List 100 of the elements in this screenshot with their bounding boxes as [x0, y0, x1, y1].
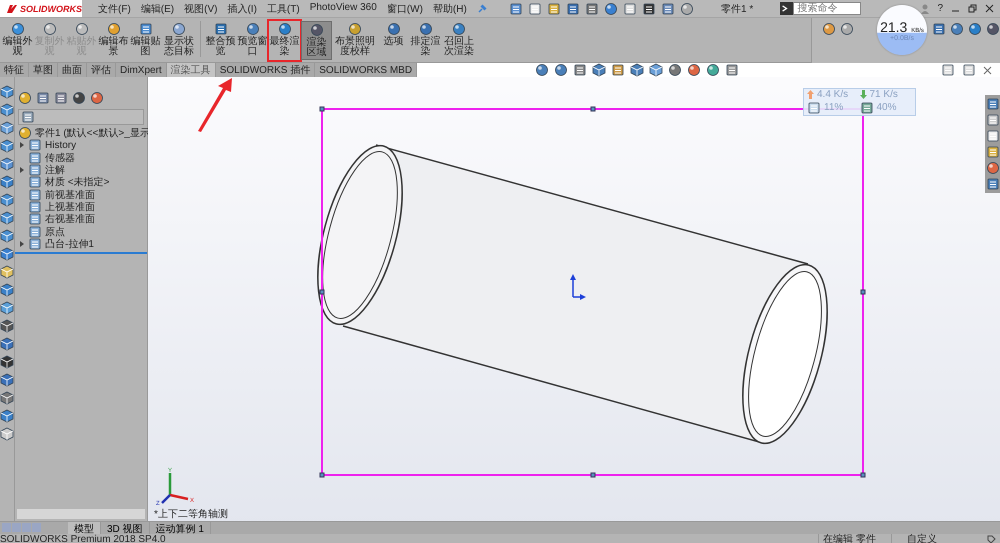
ribbon-button[interactable]: 编辑贴图 — [130, 21, 161, 60]
tree-item[interactable]: 上视基准面 — [15, 200, 147, 214]
feature-icon[interactable] — [28, 163, 42, 178]
list-icon[interactable] — [660, 2, 675, 16]
color-ball-icon[interactable] — [986, 161, 1000, 175]
cube-icon[interactable] — [0, 391, 14, 405]
sphere-icon[interactable] — [950, 22, 964, 36]
expand-icon[interactable] — [19, 142, 25, 148]
color-ball-icon[interactable] — [822, 22, 836, 36]
ribbon-button[interactable]: 布景照明度校样 — [333, 21, 377, 60]
sphere-icon[interactable] — [348, 22, 362, 36]
sphere-icon[interactable] — [840, 22, 854, 36]
logo-text: SOLIDWORKS — [20, 4, 82, 14]
close-icon[interactable] — [985, 4, 994, 13]
sphere-icon[interactable] — [986, 22, 1000, 36]
ribbon-button[interactable]: 显示状态目标 — [162, 21, 196, 60]
sphere-icon[interactable] — [246, 22, 260, 36]
sphere-icon[interactable] — [106, 22, 120, 36]
menu-item[interactable]: 文件(F) — [98, 2, 131, 16]
feature-icon[interactable] — [28, 175, 42, 190]
cube-icon[interactable] — [0, 229, 14, 243]
cube-icon[interactable] — [0, 427, 14, 441]
help-button[interactable]: ? — [937, 3, 943, 14]
cube-icon[interactable] — [0, 139, 14, 153]
menu-item[interactable]: 视图(V) — [184, 2, 218, 16]
ribbon-button[interactable]: 选项 — [378, 21, 409, 60]
tree-item[interactable]: 注解 — [15, 164, 147, 176]
expand-icon[interactable] — [19, 240, 25, 247]
tree-item[interactable]: 材质 <未指定> — [15, 176, 147, 188]
expand-icon[interactable] — [19, 167, 25, 174]
sphere-icon[interactable] — [418, 22, 432, 36]
terminal-icon — [780, 2, 794, 15]
tab[interactable]: 渲染工具 — [166, 63, 216, 77]
cube-icon[interactable] — [0, 103, 14, 117]
upload-speed: 4.4 K/s — [817, 89, 848, 100]
feature-icon[interactable] — [28, 188, 42, 202]
ribbon-button[interactable]: 编辑外观 — [2, 21, 33, 60]
feature-icon[interactable] — [28, 138, 42, 152]
cube-icon[interactable] — [0, 301, 14, 315]
sphere-icon[interactable] — [310, 23, 324, 37]
tree-item[interactable]: 传感器 — [15, 152, 147, 164]
sphere-icon[interactable] — [10, 22, 24, 36]
feature-icon[interactable] — [28, 200, 42, 214]
menu-item[interactable]: 编辑(E) — [140, 2, 174, 16]
sphere-icon[interactable] — [968, 22, 982, 36]
feature-icon[interactable] — [28, 150, 42, 165]
menu-item[interactable]: 窗口(W) — [386, 2, 423, 16]
scrollbar[interactable] — [17, 509, 145, 519]
feature-icon[interactable] — [28, 224, 42, 239]
tree-item[interactable]: 凸台-拉伸1 — [15, 238, 147, 250]
sphere-icon[interactable] — [278, 22, 292, 36]
cube-icon[interactable] — [0, 247, 14, 261]
tree-item[interactable]: 原点 — [15, 225, 147, 238]
cube-icon[interactable] — [0, 175, 14, 189]
restore-icon[interactable] — [968, 4, 977, 13]
feature-icon[interactable] — [28, 212, 42, 226]
cube-icon[interactable] — [0, 355, 14, 369]
ribbon-button[interactable]: 渲染区域 — [301, 21, 332, 60]
cube-icon[interactable] — [0, 85, 14, 99]
cube-icon[interactable] — [649, 63, 664, 77]
tree-item[interactable]: 前视基准面 — [15, 188, 147, 201]
tab[interactable]: 模型 — [68, 522, 101, 534]
color-ball-icon[interactable] — [687, 63, 702, 77]
tree-item[interactable]: 右视基准面 — [15, 213, 147, 226]
cube-icon[interactable] — [0, 319, 14, 333]
cube-icon[interactable] — [0, 157, 14, 171]
feature-icon[interactable] — [28, 236, 42, 251]
memory-usage: 40% — [876, 102, 897, 114]
list-icon[interactable] — [986, 177, 1000, 191]
cube-icon[interactable] — [0, 409, 14, 423]
cube-icon[interactable] — [0, 193, 14, 207]
ribbon-button[interactable]: 整合预览 — [205, 21, 236, 60]
tag-icon[interactable] — [987, 535, 996, 543]
tree-label: 传感器 — [45, 152, 75, 164]
tree-item[interactable]: History — [15, 139, 147, 152]
cube-icon[interactable] — [0, 211, 14, 225]
ribbon-button[interactable]: 召回上次渲染 — [442, 21, 476, 60]
list-icon[interactable] — [36, 91, 50, 105]
menu-item[interactable]: 工具(T) — [266, 2, 300, 16]
ribbon-button[interactable]: 预览窗口 — [237, 21, 268, 60]
cube-icon[interactable] — [0, 121, 14, 135]
filter-field[interactable] — [18, 109, 144, 125]
ribbon-button[interactable]: 编辑布景 — [98, 21, 129, 60]
menu-item[interactable]: 插入(I) — [227, 2, 257, 16]
menu-item[interactable]: PhotoView 360 — [310, 2, 377, 16]
close-icon[interactable] — [983, 66, 992, 74]
sphere-icon[interactable] — [452, 22, 466, 36]
ribbon-button[interactable]: 排定渲染 — [410, 21, 441, 60]
sphere-icon[interactable] — [172, 22, 186, 36]
sphere-icon[interactable] — [386, 22, 400, 36]
ribbon-button[interactable]: 最终渲染 — [269, 21, 300, 60]
cube-icon[interactable] — [0, 283, 14, 297]
color-ball-icon[interactable] — [90, 91, 104, 105]
cube-icon[interactable] — [0, 337, 14, 351]
search-field[interactable]: 搜索命令 — [793, 2, 862, 15]
view-name: *上下二等角轴测 — [154, 508, 228, 521]
download-speed: 71 K/s — [870, 89, 898, 100]
cube-icon[interactable] — [0, 373, 14, 387]
cube-icon[interactable] — [630, 63, 644, 77]
menu-item[interactable]: 帮助(H) — [432, 2, 467, 16]
